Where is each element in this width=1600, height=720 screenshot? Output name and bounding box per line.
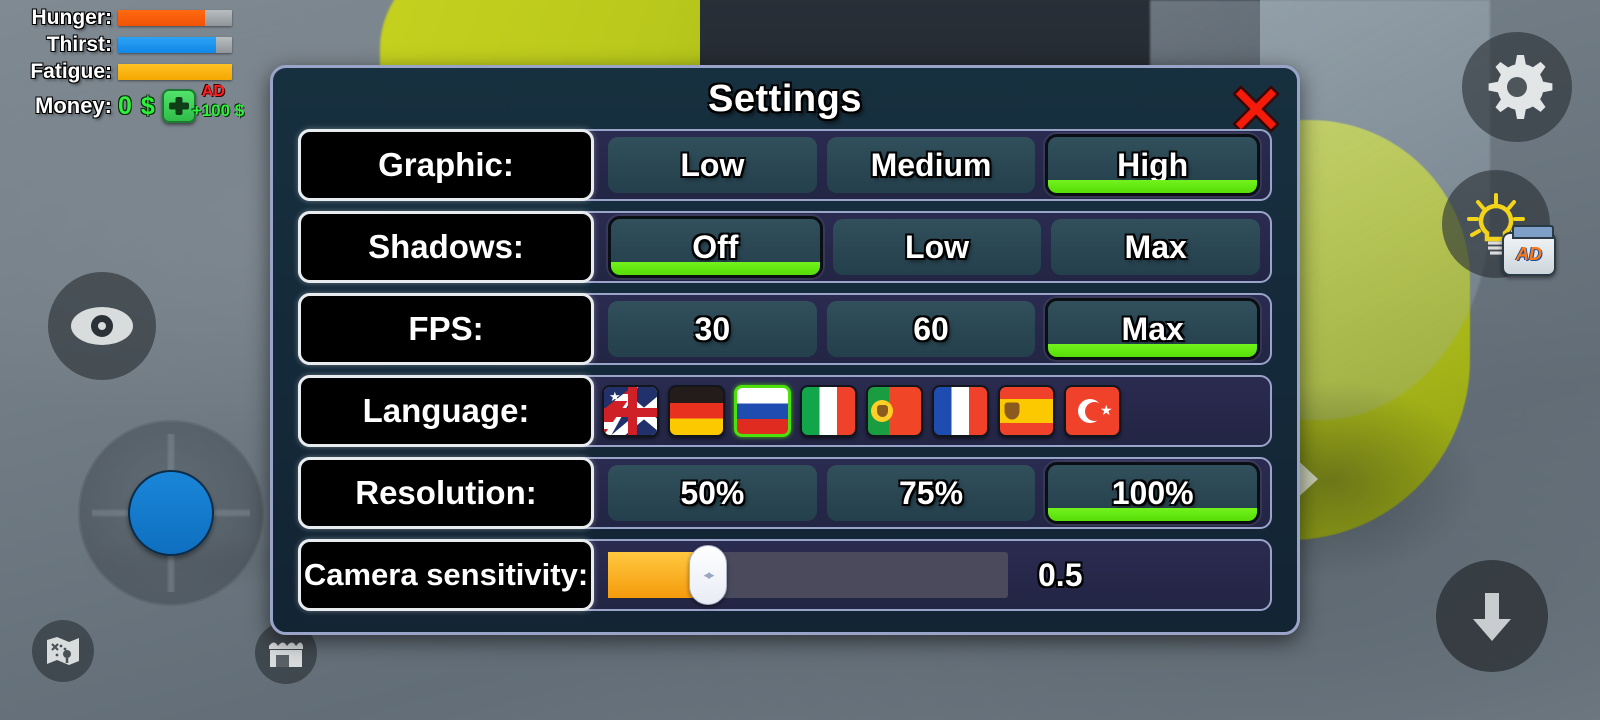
hunger-bar-fill xyxy=(118,9,205,26)
ad-reward-group[interactable]: AD +100 $ xyxy=(191,83,256,125)
flag-russian[interactable] xyxy=(734,385,791,437)
settings-row: FPS: 30 60 Max xyxy=(298,293,1272,365)
fatigue-bar-fill xyxy=(118,63,232,80)
settings-row: Resolution: 50% 75% 100% xyxy=(298,457,1272,529)
flag-italian[interactable] xyxy=(800,385,857,437)
fatigue-bar xyxy=(118,63,232,80)
arrow-down-icon xyxy=(1473,593,1511,641)
row-label: Graphic: xyxy=(298,129,594,201)
money-amount: 0 $ xyxy=(118,91,156,120)
row-label: FPS: xyxy=(298,293,594,365)
ad-video-button[interactable]: AD xyxy=(1502,225,1556,276)
option-button[interactable]: High xyxy=(1045,134,1261,196)
slider-handle[interactable]: ◂▸ xyxy=(689,545,727,605)
flag-portuguese[interactable] xyxy=(866,385,923,437)
ad-chip-label: AD xyxy=(1516,243,1542,264)
flag-english[interactable]: ★ xyxy=(602,385,659,437)
settings-row: Language: ★ ★ xyxy=(298,375,1272,447)
option-button[interactable]: 50% xyxy=(608,465,817,521)
option-button[interactable]: 30 xyxy=(608,301,817,357)
close-button[interactable] xyxy=(1229,82,1283,136)
option-button[interactable]: Off xyxy=(608,216,823,278)
language-flag-group: ★ ★ xyxy=(594,377,1270,445)
eye-icon xyxy=(71,307,133,345)
flag-french[interactable] xyxy=(932,385,989,437)
map-button[interactable] xyxy=(32,620,94,682)
option-group: Low Medium High xyxy=(594,131,1270,199)
row-label: Shadows: xyxy=(298,211,594,283)
money-label: Money: xyxy=(35,93,112,118)
descend-button[interactable] xyxy=(1436,560,1548,672)
hunger-bar xyxy=(118,9,232,26)
settings-row: Shadows: Off Low Max xyxy=(298,211,1272,283)
settings-row: Graphic: Low Medium High xyxy=(298,129,1272,201)
close-x-icon xyxy=(1232,85,1280,133)
flag-turkish[interactable]: ★ xyxy=(1064,385,1121,437)
ad-label: AD xyxy=(201,83,225,100)
stat-row-thirst: Thirst: xyxy=(8,31,256,58)
row-label: Language: xyxy=(298,375,594,447)
hunger-label: Hunger: xyxy=(31,5,113,29)
thirst-bar xyxy=(118,36,232,53)
option-group: 30 60 Max xyxy=(594,295,1270,363)
camera-view-button[interactable] xyxy=(48,272,156,380)
fatigue-label: Fatigue: xyxy=(30,59,112,83)
shop-icon xyxy=(269,642,303,667)
option-button[interactable]: 100% xyxy=(1045,462,1261,524)
thirst-bar-fill xyxy=(118,36,217,53)
map-icon xyxy=(47,637,79,665)
add-money-button[interactable] xyxy=(161,89,196,123)
option-group: 50% 75% 100% xyxy=(594,459,1270,527)
option-button[interactable]: Low xyxy=(832,219,1042,275)
money-row: Money: 0 $ AD +100 $ xyxy=(8,83,256,125)
flag-german[interactable] xyxy=(668,385,725,437)
joystick-knob[interactable] xyxy=(128,470,214,556)
settings-rows: Graphic: Low Medium High Shadows: Off Low Max FP… xyxy=(298,129,1272,611)
settings-button[interactable] xyxy=(1462,32,1572,142)
option-button[interactable]: Medium xyxy=(826,137,1036,193)
option-button[interactable]: Low xyxy=(608,137,817,193)
row-label: Camera sensitivity: xyxy=(298,539,594,611)
settings-dialog: Settings Graphic: Low Medium High Shadows: Of… xyxy=(270,65,1300,635)
status-bars: Hunger: Thirst: Fatigue: Money: 0 $ AD +… xyxy=(8,4,256,125)
settings-row: Camera sensitivity: ◂▸ 0.5 xyxy=(298,539,1272,611)
option-button[interactable]: 60 xyxy=(826,301,1036,357)
stat-row-hunger: Hunger: xyxy=(8,4,256,31)
ad-reward-amount: +100 $ xyxy=(191,101,245,120)
option-button[interactable]: 75% xyxy=(826,465,1036,521)
stat-row-fatigue: Fatigue: xyxy=(8,58,256,85)
gear-icon xyxy=(1488,55,1553,119)
option-button[interactable]: Max xyxy=(1045,298,1261,360)
camera-sensitivity-slider[interactable]: ◂▸ xyxy=(608,545,1008,605)
option-group: Off Low Max xyxy=(594,213,1270,281)
movement-joystick[interactable] xyxy=(78,420,264,606)
slider-area: ◂▸ 0.5 xyxy=(594,541,1270,609)
option-button[interactable]: Max xyxy=(1051,219,1261,275)
page-title: Settings xyxy=(708,78,862,120)
row-label: Resolution: xyxy=(298,457,594,529)
flag-spanish[interactable] xyxy=(998,385,1055,437)
slider-value: 0.5 xyxy=(1038,556,1083,593)
thirst-label: Thirst: xyxy=(46,32,112,56)
